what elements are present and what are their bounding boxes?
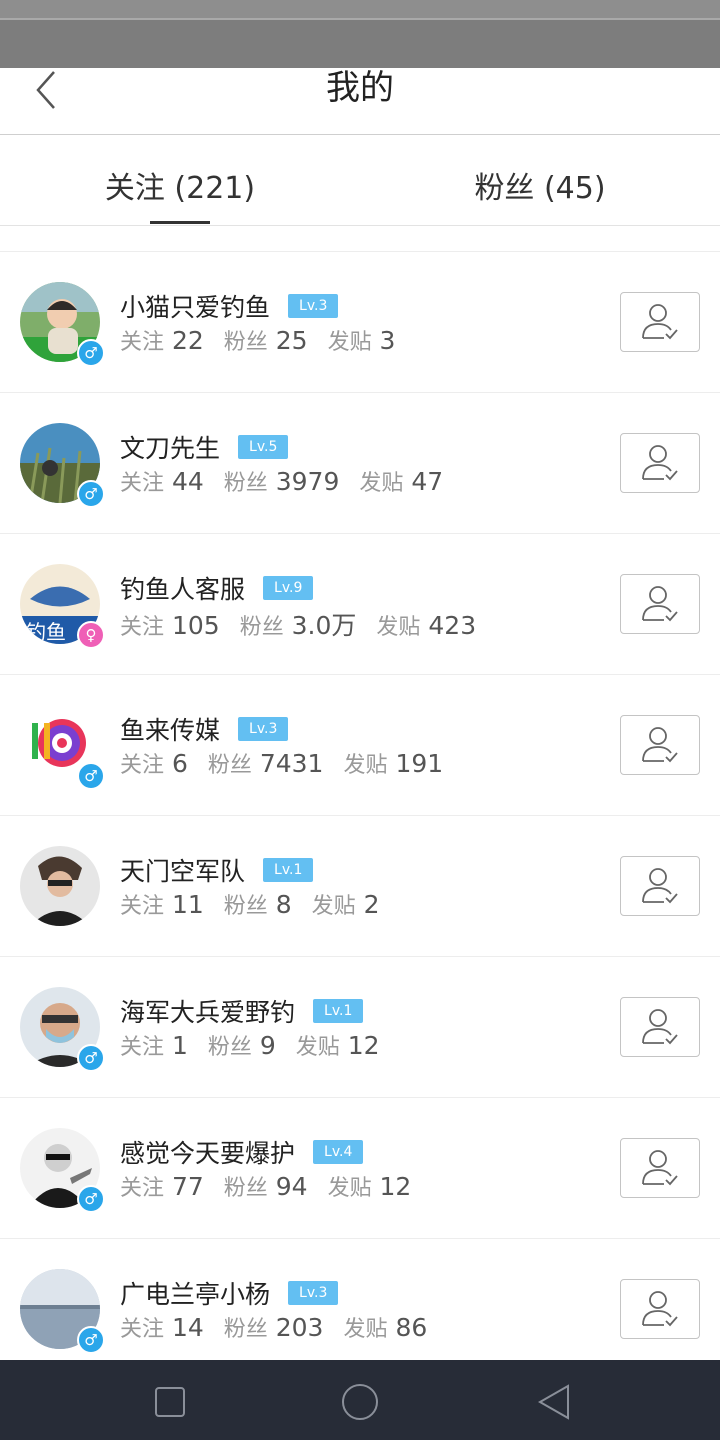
level-badge: Lv.3 bbox=[288, 294, 339, 318]
user-name[interactable]: 感觉今天要爆护 bbox=[120, 1139, 295, 1168]
user-row[interactable]: ♂ 广电兰亭小杨 Lv.3 关注 14 粉丝 203 发贴 86 bbox=[0, 1239, 720, 1380]
male-icon: ♂ bbox=[77, 480, 105, 508]
user-stats: 关注 22 粉丝 25 发贴 3 bbox=[120, 326, 396, 355]
tab-bar: 关注 (221) 粉丝 (45) bbox=[0, 135, 720, 226]
level-badge: Lv.5 bbox=[238, 435, 289, 459]
user-row[interactable]: ♂ 海军大兵爱野钓 Lv.1 关注 1 粉丝 9 发贴 12 bbox=[0, 957, 720, 1098]
user-check-icon bbox=[642, 727, 678, 763]
user-name[interactable]: 文刀先生 bbox=[120, 434, 220, 463]
follow-toggle-button[interactable] bbox=[620, 292, 700, 352]
user-check-icon bbox=[642, 445, 678, 481]
user-stats: 关注 14 粉丝 203 发贴 86 bbox=[120, 1313, 428, 1342]
user-stats: 关注 1 粉丝 9 发贴 12 bbox=[120, 1031, 380, 1060]
male-icon: ♂ bbox=[77, 1044, 105, 1072]
female-icon: ♀ bbox=[77, 621, 105, 649]
follow-toggle-button[interactable] bbox=[620, 574, 700, 634]
user-check-icon bbox=[642, 1150, 678, 1186]
tab-following[interactable]: 关注 (221) bbox=[0, 163, 360, 207]
level-badge: Lv.9 bbox=[263, 576, 314, 600]
triangle-back-icon[interactable] bbox=[534, 1382, 574, 1422]
follow-toggle-button[interactable] bbox=[620, 1138, 700, 1198]
male-icon: ♂ bbox=[77, 1185, 105, 1213]
follow-toggle-button[interactable] bbox=[620, 1279, 700, 1339]
user-check-icon bbox=[642, 1009, 678, 1045]
user-name[interactable]: 天门空军队 bbox=[120, 857, 245, 886]
tab-indicator bbox=[150, 221, 210, 224]
male-icon: ♂ bbox=[77, 762, 105, 790]
user-row[interactable]: ♂ 鱼来传媒 Lv.3 关注 6 粉丝 7431 发贴 191 bbox=[0, 675, 720, 816]
page-title: 我的 bbox=[326, 68, 394, 108]
app-header: 我的 bbox=[0, 68, 720, 135]
user-row[interactable]: ♂ 小猫只爱钓鱼 Lv.3 关注 22 粉丝 25 发贴 3 bbox=[0, 252, 720, 393]
level-badge: Lv.1 bbox=[313, 999, 364, 1023]
user-check-icon bbox=[642, 1291, 678, 1327]
level-badge: Lv.1 bbox=[263, 858, 314, 882]
user-check-icon bbox=[642, 304, 678, 340]
user-name[interactable]: 广电兰亭小杨 bbox=[120, 1280, 270, 1309]
user-name[interactable]: 小猫只爱钓鱼 bbox=[120, 293, 270, 322]
follow-toggle-button[interactable] bbox=[620, 856, 700, 916]
follow-toggle-button[interactable] bbox=[620, 433, 700, 493]
avatar-logo-text: 钓鱼 bbox=[26, 620, 66, 644]
user-check-icon bbox=[642, 586, 678, 622]
user-row[interactable]: ♂ 感觉今天要爆护 Lv.4 关注 77 粉丝 94 发贴 12 bbox=[0, 1098, 720, 1239]
user-stats: 关注 11 粉丝 8 发贴 2 bbox=[120, 890, 380, 919]
user-list: ♂ 小猫只爱钓鱼 Lv.3 关注 22 粉丝 25 发贴 3 ♂ 文刀先生 Lv.5 关… bbox=[0, 251, 720, 1380]
level-badge: Lv.4 bbox=[313, 1140, 364, 1164]
level-badge: Lv.3 bbox=[288, 1281, 339, 1305]
circle-home-icon[interactable] bbox=[340, 1382, 380, 1422]
user-row[interactable]: 钓鱼 ♀ 钓鱼人客服 Lv.9 关注 105 粉丝 3.0万 发贴 423 bbox=[0, 534, 720, 675]
level-badge: Lv.3 bbox=[238, 717, 289, 741]
user-stats: 关注 6 粉丝 7431 发贴 191 bbox=[120, 749, 444, 778]
user-row[interactable]: 天门空军队 Lv.1 关注 11 粉丝 8 发贴 2 bbox=[0, 816, 720, 957]
follow-toggle-button[interactable] bbox=[620, 997, 700, 1057]
male-icon: ♂ bbox=[77, 339, 105, 367]
user-name[interactable]: 海军大兵爱野钓 bbox=[120, 998, 295, 1027]
user-name[interactable]: 鱼来传媒 bbox=[120, 716, 220, 745]
system-nav-bar bbox=[0, 1360, 720, 1440]
square-recent-icon[interactable] bbox=[150, 1382, 190, 1422]
avatar[interactable] bbox=[20, 846, 100, 926]
tab-fans[interactable]: 粉丝 (45) bbox=[360, 163, 720, 207]
follow-toggle-button[interactable] bbox=[620, 715, 700, 775]
user-name[interactable]: 钓鱼人客服 bbox=[120, 575, 245, 604]
status-bar bbox=[0, 0, 720, 68]
user-row[interactable]: ♂ 文刀先生 Lv.5 关注 44 粉丝 3979 发贴 47 bbox=[0, 393, 720, 534]
user-stats: 关注 77 粉丝 94 发贴 12 bbox=[120, 1172, 412, 1201]
user-check-icon bbox=[642, 868, 678, 904]
user-stats: 关注 44 粉丝 3979 发贴 47 bbox=[120, 467, 444, 496]
user-stats: 关注 105 粉丝 3.0万 发贴 423 bbox=[120, 611, 477, 640]
male-icon: ♂ bbox=[77, 1326, 105, 1354]
